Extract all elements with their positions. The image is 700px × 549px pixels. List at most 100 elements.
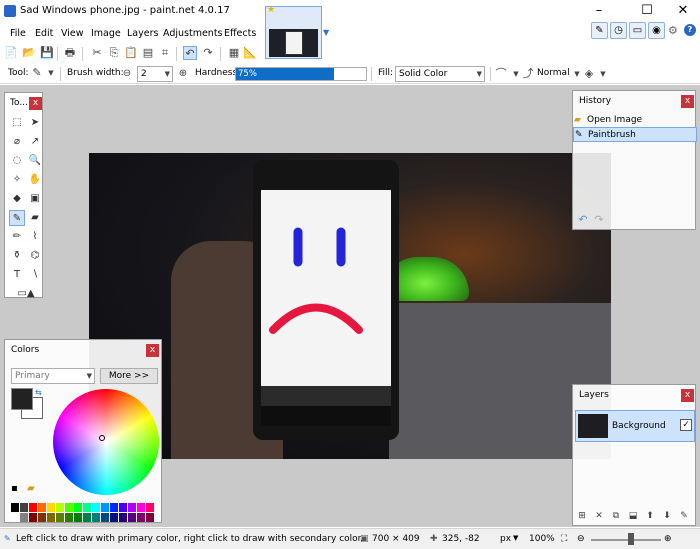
palette-swatch[interactable] [56,513,64,522]
lasso-select-icon[interactable]: ⌀ [9,134,25,150]
grid-icon[interactable]: ▦ [227,46,241,60]
pan-icon[interactable]: ✋ [27,172,43,188]
close-tools-panel-button[interactable]: x [29,97,42,110]
paste-new-icon[interactable]: ▤ [141,46,155,60]
color-wheel[interactable] [53,389,159,495]
color-mode-combo[interactable]: Primary ▼ [11,368,95,384]
palette-swatch[interactable] [56,503,64,512]
palette-swatch[interactable] [119,513,127,522]
palette-swatch[interactable] [101,513,109,522]
cut-icon[interactable]: ✂ [90,46,104,60]
close-layers-panel-button[interactable]: x [681,389,694,402]
palette-swatch[interactable] [128,513,136,522]
palette-swatch[interactable] [65,513,73,522]
palette-swatch[interactable] [20,503,28,512]
palette-swatch[interactable] [74,503,82,512]
palette-swatch[interactable] [146,503,154,512]
palette-swatch[interactable] [137,513,145,522]
paste-icon[interactable]: 📋 [124,46,138,60]
layer-row-background[interactable]: Background ✓ [575,410,695,442]
layers-window-toggle-icon[interactable]: ▭ [629,22,646,39]
palette-swatch[interactable] [110,513,118,522]
history-undo-icon[interactable]: ↶ [576,213,590,227]
zoom-icon[interactable]: 🔍 [27,153,43,169]
open-file-icon[interactable]: 📂 [22,46,36,60]
menu-file[interactable]: File [10,28,26,39]
zoom-fit-icon[interactable]: ⛶ [561,534,567,544]
duplicate-layer-icon[interactable]: ⧉ [609,509,623,523]
tool-dropdown-icon[interactable]: ▼ [44,66,58,80]
close-history-panel-button[interactable]: x [681,95,694,108]
menu-view[interactable]: View [61,28,84,39]
palette-swatch[interactable] [128,503,136,512]
move-selected-icon[interactable]: ➤ [27,115,43,131]
move-layer-up-icon[interactable]: ⬆ [643,509,657,523]
layer-properties-icon[interactable]: ✎ [677,509,691,523]
paintbrush-icon[interactable]: ✎ [9,210,25,226]
units-dropdown-icon[interactable]: ▼ [513,534,518,542]
menu-layers[interactable]: Layers [127,28,158,39]
copy-icon[interactable]: ⎘ [107,46,121,60]
zoom-level[interactable]: 100% [529,534,555,544]
palette-swatch[interactable] [65,503,73,512]
zoom-slider-thumb[interactable] [628,533,634,545]
palette-swatch[interactable] [29,503,37,512]
decrease-width-icon[interactable]: ⊖ [120,67,134,81]
crop-icon[interactable]: ⌗ [158,46,172,60]
history-item-open-image[interactable]: ▰ Open Image [573,113,697,128]
recolor-icon[interactable]: ⌬ [27,248,43,264]
rect-select-icon[interactable]: ⬚ [9,115,25,131]
units-selector[interactable]: px [500,534,511,544]
palette-swatch[interactable] [101,503,109,512]
alpha-blending-icon[interactable]: ◈ [582,67,596,81]
palette-swatch[interactable] [146,513,154,522]
palette-swatch[interactable] [119,503,127,512]
image-tab-thumbnail[interactable]: ★ [265,5,322,59]
zoom-in-icon[interactable]: ⊕ [664,534,672,544]
undo-icon[interactable]: ↶ [183,46,197,60]
history-window-toggle-icon[interactable]: ◷ [610,22,627,39]
palette-swatch[interactable] [20,513,28,522]
palette-swatch[interactable] [47,513,55,522]
antialiasing-icon[interactable]: ⌒ [494,67,508,81]
merge-layer-icon[interactable]: ⬓ [626,509,640,523]
add-layer-icon[interactable]: ⊞ [575,509,589,523]
help-icon[interactable]: ? [684,24,696,36]
gradient-icon[interactable]: ▣ [27,191,43,207]
color-picker-icon[interactable]: ⌇ [27,229,43,245]
history-item-paintbrush[interactable]: ✎ Paintbrush [573,127,697,142]
paintbrush-tool-icon[interactable]: ✎ [30,66,44,80]
zoom-out-icon[interactable]: ⊖ [577,534,585,544]
maximize-button[interactable]: ☐ [636,2,658,20]
layer-visibility-checkbox[interactable]: ✓ [680,419,692,431]
primary-color-swatch[interactable] [11,388,33,410]
palette-swatch[interactable] [92,503,100,512]
menu-adjustments[interactable]: Adjustments [163,28,223,39]
palette-swatch[interactable] [92,513,100,522]
hardness-slider[interactable]: 75% [235,67,367,81]
zoom-slider-track[interactable] [591,539,661,541]
palette-swatch[interactable] [38,503,46,512]
blend-mode-value[interactable]: Normal [537,68,570,78]
colors-window-toggle-icon[interactable]: ◉ [648,22,665,39]
history-redo-icon[interactable]: ↷ [592,213,606,227]
eraser-icon[interactable]: ▰ [27,210,43,226]
clone-stamp-icon[interactable]: ⚱ [9,248,25,264]
ruler-icon[interactable]: 📐 [243,46,257,60]
magic-wand-icon[interactable]: ✧ [9,172,25,188]
image-canvas[interactable] [89,153,611,459]
palette-menu-icon[interactable]: ▪ [11,483,18,494]
shapes-icon[interactable]: ▭▲ [9,286,43,302]
tools-window-toggle-icon[interactable]: ✎ [591,22,608,39]
menu-edit[interactable]: Edit [35,28,53,39]
settings-gear-icon[interactable]: ⚙ [668,24,678,37]
color-wheel-cursor[interactable] [99,435,105,441]
menu-image[interactable]: Image [91,28,121,39]
palette-swatch[interactable] [11,513,19,522]
ellipse-select-icon[interactable]: ◌ [9,153,25,169]
move-selection-icon[interactable]: ↗ [27,134,43,150]
text-icon[interactable]: T [9,267,25,283]
palette-folder-icon[interactable]: ▰ [27,483,35,494]
palette-swatch[interactable] [110,503,118,512]
new-file-icon[interactable]: 📄 [4,46,18,60]
